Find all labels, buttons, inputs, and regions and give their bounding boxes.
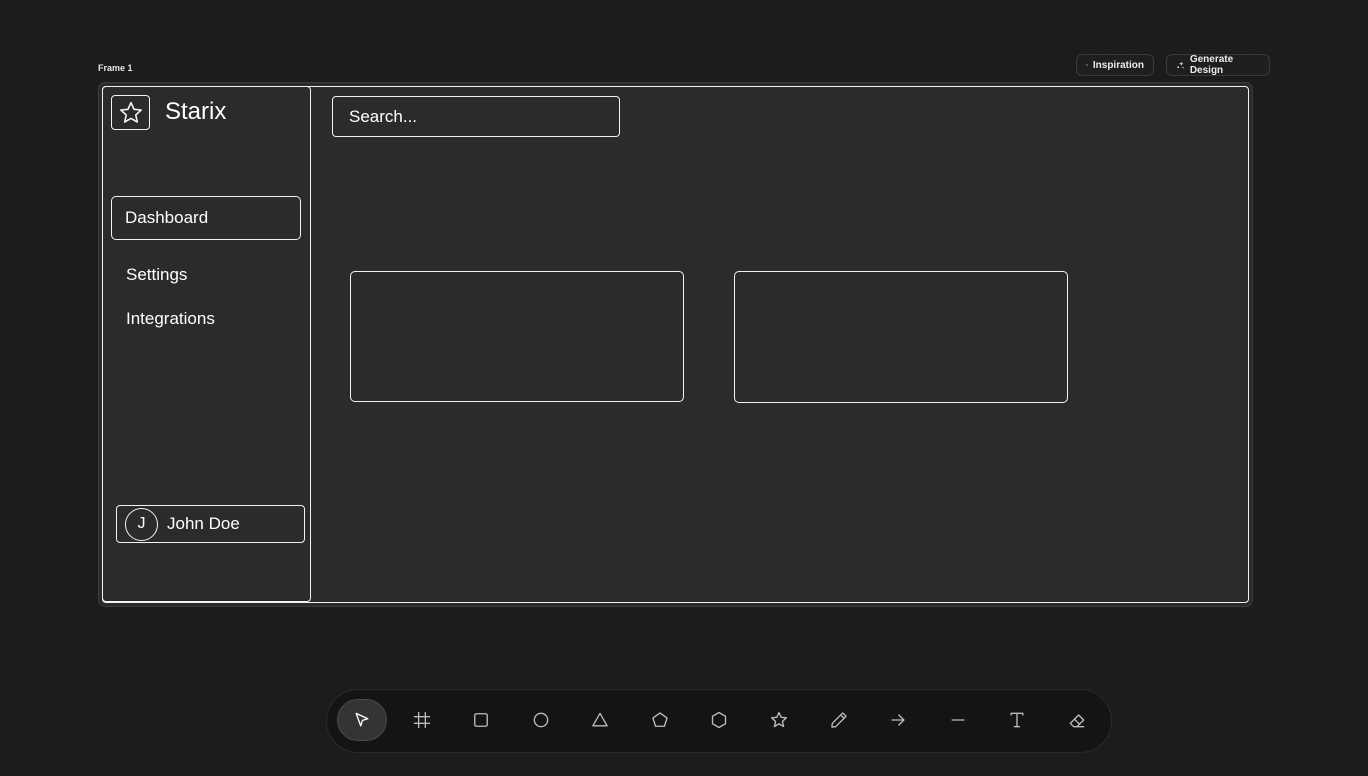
panel-icon <box>1086 64 1088 66</box>
triangle-tool[interactable] <box>575 699 625 741</box>
content-card[interactable] <box>350 271 684 402</box>
pentagon-icon <box>652 712 668 727</box>
generate-design-button[interactable]: Generate Design <box>1166 54 1270 76</box>
select-tool[interactable] <box>337 699 387 741</box>
logo[interactable] <box>111 95 150 130</box>
generate-design-label: Generate Design <box>1189 54 1234 76</box>
frame-tool[interactable] <box>397 699 447 741</box>
triangle-icon <box>592 712 608 727</box>
star-icon <box>771 711 787 728</box>
search-input[interactable]: Search... <box>332 96 620 137</box>
avatar-initial: J <box>137 515 146 532</box>
rectangle-tool[interactable] <box>456 699 506 741</box>
hexagon-tool[interactable] <box>694 699 744 741</box>
inspiration-button[interactable]: Inspiration <box>1076 54 1154 76</box>
hexagon-icon <box>711 711 727 729</box>
eraser-tool[interactable] <box>1052 699 1102 741</box>
content-card[interactable] <box>734 271 1068 403</box>
star-tool[interactable] <box>754 699 804 741</box>
ellipse-tool[interactable] <box>516 699 566 741</box>
eraser-icon <box>1069 714 1085 728</box>
star-icon <box>119 101 142 123</box>
text-tool[interactable] <box>992 699 1042 741</box>
user-name: John Doe <box>167 514 240 533</box>
search-placeholder: Search... <box>349 106 418 126</box>
square-icon <box>474 713 488 727</box>
arrow-right-icon <box>891 714 905 726</box>
nav-item-label: Dashboard <box>125 208 209 227</box>
cursor-icon <box>355 712 369 727</box>
nav-item-settings[interactable]: Settings <box>126 265 187 285</box>
text-icon <box>1010 712 1024 728</box>
frame-label[interactable]: Frame 1 <box>98 63 133 73</box>
line-tool[interactable] <box>933 699 983 741</box>
user-profile[interactable]: J John Doe <box>116 505 305 543</box>
pencil-icon <box>831 712 847 728</box>
hash-icon <box>413 711 431 729</box>
brand-name: Starix <box>165 98 227 125</box>
arrow-tool[interactable] <box>873 699 923 741</box>
nav-item-integrations[interactable]: Integrations <box>126 309 215 329</box>
sparkle-icon <box>1177 61 1184 69</box>
circle-icon <box>533 712 549 728</box>
inspiration-label: Inspiration <box>1092 59 1144 71</box>
pentagon-tool[interactable] <box>635 699 685 741</box>
avatar: J <box>125 507 158 541</box>
nav-item-dashboard[interactable]: Dashboard <box>111 196 301 240</box>
pencil-tool[interactable] <box>814 699 864 741</box>
minus-icon <box>951 719 965 721</box>
